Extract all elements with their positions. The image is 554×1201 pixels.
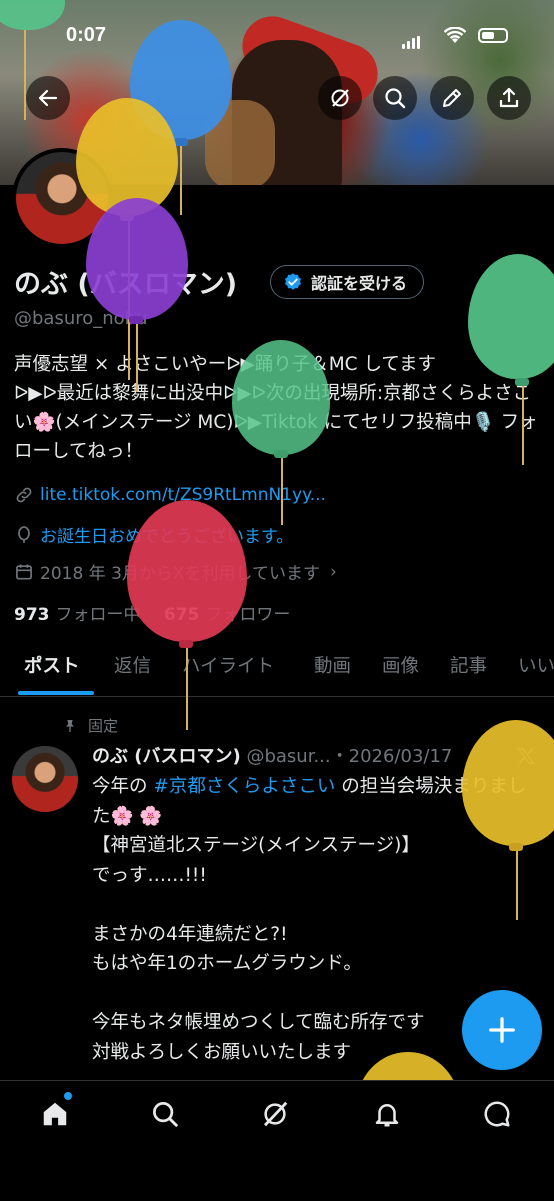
tab-replies[interactable]: 返信 bbox=[114, 652, 151, 678]
balloon-icon bbox=[18, 525, 30, 543]
post-header: のぶ (バスロマン) @basur...・2026/03/17 bbox=[92, 742, 452, 768]
following-label: フォロー中 bbox=[55, 605, 141, 625]
edit-button[interactable] bbox=[430, 76, 474, 120]
arrow-left-icon bbox=[38, 89, 58, 107]
post-hashtag[interactable]: #京都さくらよさこい bbox=[153, 776, 335, 797]
nav-grok[interactable] bbox=[260, 1099, 294, 1133]
plus-icon bbox=[489, 1017, 515, 1043]
get-verified-button[interactable]: 認証を受ける bbox=[270, 265, 425, 299]
nav-notifications[interactable] bbox=[372, 1099, 406, 1133]
post-text-rest: 【神宮道北ステージ(メインステージ)】 でっす……!!! まさかの4年連続だと?… bbox=[92, 835, 425, 1063]
tab-likes[interactable]: いい bbox=[518, 652, 554, 678]
post-author[interactable]: のぶ (バスロマン) bbox=[92, 746, 241, 767]
search-icon bbox=[153, 1102, 178, 1127]
chevron-right-icon: › bbox=[330, 561, 337, 582]
bell-icon bbox=[375, 1104, 399, 1127]
tab-highlights[interactable]: ハイライト bbox=[182, 652, 274, 678]
post-text-pre: 今年の bbox=[92, 776, 154, 797]
home-notification-dot bbox=[64, 1092, 72, 1100]
signal-icon bbox=[402, 30, 422, 49]
nav-search[interactable] bbox=[150, 1099, 184, 1133]
nav-messages[interactable] bbox=[482, 1099, 516, 1133]
get-verified-label: 認証を受ける bbox=[311, 274, 408, 293]
tab-media[interactable]: 画像 bbox=[382, 652, 419, 678]
pinned-indicator: 固定 bbox=[62, 715, 118, 736]
verified-badge-icon bbox=[285, 273, 301, 290]
grok-icon bbox=[264, 1101, 288, 1127]
pinned-label: 固定 bbox=[88, 717, 119, 735]
messages-icon bbox=[484, 1101, 510, 1127]
link-icon bbox=[16, 487, 32, 503]
wifi-icon bbox=[444, 27, 466, 43]
following-link[interactable]: 973 フォロー中 bbox=[14, 605, 141, 625]
grok-button[interactable] bbox=[318, 76, 362, 120]
search-icon bbox=[385, 88, 406, 109]
post-avatar[interactable] bbox=[12, 746, 78, 812]
pin-icon bbox=[66, 719, 74, 732]
profile-tabs: ポスト 返信 ハイライト 動画 画像 記事 いい bbox=[0, 640, 554, 697]
tab-articles[interactable]: 記事 bbox=[450, 652, 487, 678]
status-time: 0:07 bbox=[66, 24, 107, 46]
edit-icon bbox=[443, 89, 461, 107]
status-bar: 0:07 bbox=[0, 24, 554, 52]
battery-icon bbox=[478, 28, 508, 43]
search-button[interactable] bbox=[373, 76, 417, 120]
back-button[interactable] bbox=[26, 76, 70, 120]
home-icon bbox=[43, 1102, 67, 1126]
active-tab-indicator bbox=[18, 691, 94, 695]
post-handle-date: @basur...・2026/03/17 bbox=[246, 746, 453, 767]
tab-posts[interactable]: ポスト bbox=[24, 652, 80, 678]
bottom-navigation bbox=[0, 1080, 554, 1201]
grok-icon bbox=[331, 89, 349, 107]
share-button[interactable] bbox=[487, 76, 531, 120]
tab-videos[interactable]: 動画 bbox=[314, 652, 351, 678]
calendar-icon bbox=[16, 564, 32, 579]
share-icon bbox=[499, 87, 519, 108]
compose-post-button[interactable] bbox=[462, 990, 542, 1070]
following-count: 973 bbox=[14, 605, 50, 625]
nav-home[interactable] bbox=[40, 1099, 74, 1133]
